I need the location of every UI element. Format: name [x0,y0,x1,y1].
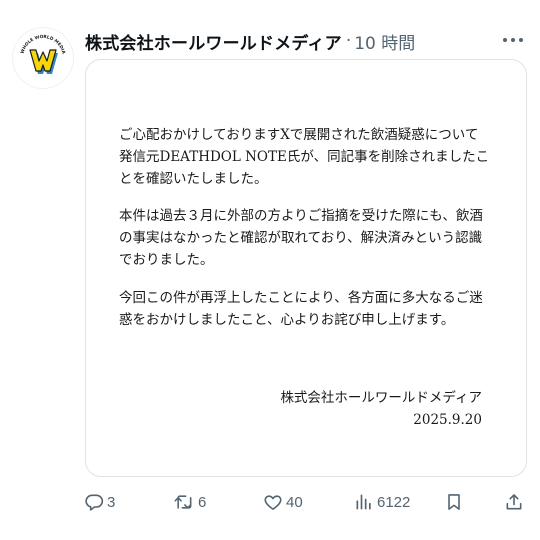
post-action-bar: 3 6 40 6122 [84,488,528,516]
bookmark-icon [448,494,460,510]
more-dots-icon [503,38,523,42]
share-button[interactable] [504,488,524,516]
author-name[interactable]: 株式会社ホールワールドメディア [85,29,342,54]
heart-icon [264,495,282,510]
like-button[interactable]: 40 [263,488,303,516]
notice-paragraph-3: 今回この件が再浮上したことにより、各方面に多大なるご迷 惑をおかけしましたこと、… [119,287,499,331]
bookmark-button[interactable] [444,488,464,516]
like-count: 40 [286,493,303,511]
notice-line: ご心配おかけしておりますXで展開された飲酒疑惑について [119,127,479,143]
signature-date: 2025.9.20 [413,412,482,428]
notice-paragraph-2: 本件は過去３月に外部の方よりご指摘を受けた際にも、飲酒 の事実はなかったと確認が… [119,205,499,271]
notice-image[interactable]: ご心配おかけしておりますXで展開された飲酒疑惑について 発信元DEATHDOL … [85,59,527,477]
notice-line: 発信元DEATHDOL NOTE氏が、同記事を削除されましたこ [119,149,490,165]
reply-button[interactable]: 3 [84,488,115,516]
retweet-count: 6 [198,493,207,511]
notice-line: 本件は過去３月に外部の方よりご指摘を受けた際にも、飲酒 [119,208,483,224]
notice-line: 今回この件が再浮上したことにより、各方面に多大なるご迷 [119,290,483,306]
share-icon [506,494,522,510]
post-header: 株式会社ホールワールドメディア · 10 時間 [85,28,528,54]
header-separator: · [345,31,352,51]
post: WHOLE WORLD MEDIA 株式会社ホールワールドメディア · 10 時… [0,0,540,540]
author-avatar[interactable]: WHOLE WORLD MEDIA [13,28,73,88]
reply-count: 3 [107,493,116,511]
notice-paragraph-1: ご心配おかけしておりますXで展開された飲酒疑惑について 発信元DEATHDOL … [119,124,499,190]
views-button[interactable]: 6122 [354,488,410,516]
retweet-icon [174,495,192,509]
signature-company: 株式会社ホールワールドメディア [280,390,482,406]
retweet-button[interactable]: 6 [173,488,206,516]
notice-line: 惑をおかけしましたこと、心よりお詫び申し上げます。 [119,312,455,328]
reply-icon [85,494,104,511]
views-count: 6122 [377,493,411,511]
views-icon [356,494,371,510]
notice-signature: 株式会社ホールワールドメディア 2025.9.20 [280,387,482,431]
notice-line: とを確認いたしました。 [119,171,268,187]
notice-line: でおりました。 [119,252,214,268]
notice-line: の事実はなかったと確認が取れており、解決済みという認識 [119,230,483,246]
post-timestamp[interactable]: 10 時間 [354,29,415,54]
whole-world-media-logo-icon: WHOLE WORLD MEDIA [13,28,73,88]
more-options-button[interactable] [500,30,526,50]
